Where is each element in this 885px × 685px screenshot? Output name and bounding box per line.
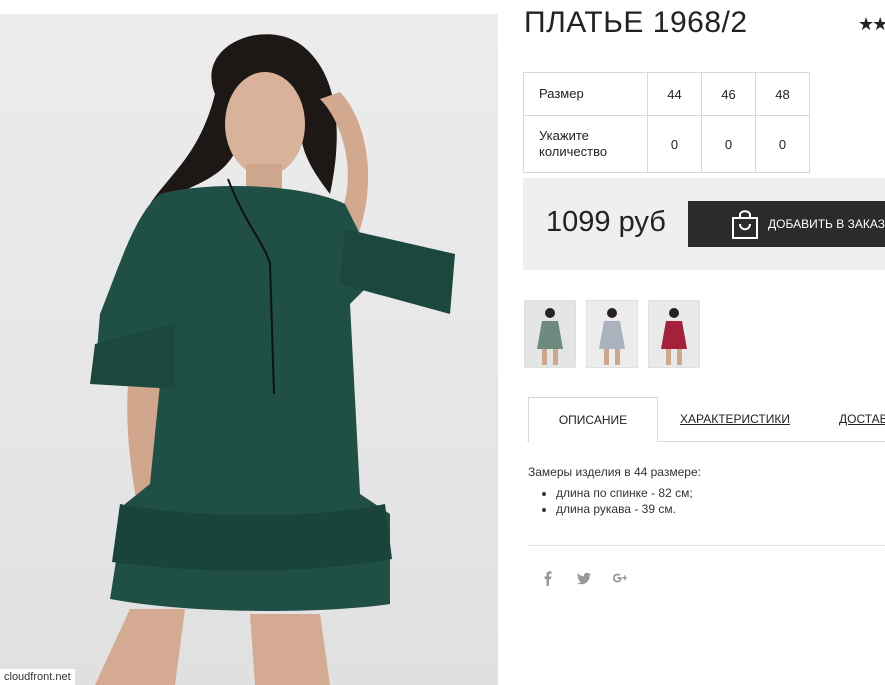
model-illustration [90,34,455,685]
size-quantity-table: Размер 44 46 48 Укажите количество 0 0 0 [523,72,810,173]
product-title: ПЛАТЬЕ 1968/2 [524,6,748,39]
add-to-cart-button[interactable]: ДОБАВИТЬ В ЗАКАЗ [688,201,885,247]
measurements-list: длина по спинке - 82 см; длина рукава - … [528,485,701,517]
quantity-input-44[interactable]: 0 [647,115,702,173]
quantity-label: Укажите количество [523,115,648,173]
thumbnail-figure [661,308,687,365]
thumbnail-figure [599,308,625,365]
description-content: Замеры изделия в 44 размере: длина по сп… [528,465,701,517]
twitter-icon[interactable] [576,570,592,586]
facebook-icon[interactable] [540,570,556,586]
image-source-label: cloudfront.net [0,669,75,685]
tab-delivery[interactable]: ДОСТАВКА [839,397,885,441]
tab-characteristics[interactable]: ХАРАКТЕРИСТИКИ [680,397,790,441]
tab-description[interactable]: ОПИСАНИЕ [528,397,658,443]
size-row: Размер 44 46 48 [523,72,810,116]
product-tabs: ОПИСАНИЕ ХАРАКТЕРИСТИКИ ДОСТАВКА [527,397,885,443]
quantity-input-48[interactable]: 0 [755,115,810,173]
size-46: 46 [701,72,756,116]
add-to-cart-label: ДОБАВИТЬ В ЗАКАЗ [768,217,885,231]
divider [527,545,885,546]
list-item: длина по спинке - 82 см; [556,485,701,501]
quantity-input-46[interactable]: 0 [701,115,756,173]
size-label: Размер [523,72,648,116]
buy-box: 1099 руб ДОБАВИТЬ В ЗАКАЗ [523,178,885,270]
rating-stars[interactable]: ★★ [858,14,885,35]
price: 1099 руб [546,206,666,238]
list-item: длина рукава - 39 см. [556,501,701,517]
size-44: 44 [647,72,702,116]
thumbnail-green[interactable] [524,300,576,368]
shopping-bag-icon [732,210,758,239]
description-intro: Замеры изделия в 44 размере: [528,465,701,479]
quantity-row: Укажите количество 0 0 0 [523,115,810,173]
thumbnail-red[interactable] [648,300,700,368]
product-photo[interactable]: cloudfront.net [0,14,498,685]
size-48: 48 [755,72,810,116]
thumbnail-grey[interactable] [586,300,638,368]
thumbnail-figure [537,308,563,365]
google-plus-icon[interactable] [612,570,628,586]
